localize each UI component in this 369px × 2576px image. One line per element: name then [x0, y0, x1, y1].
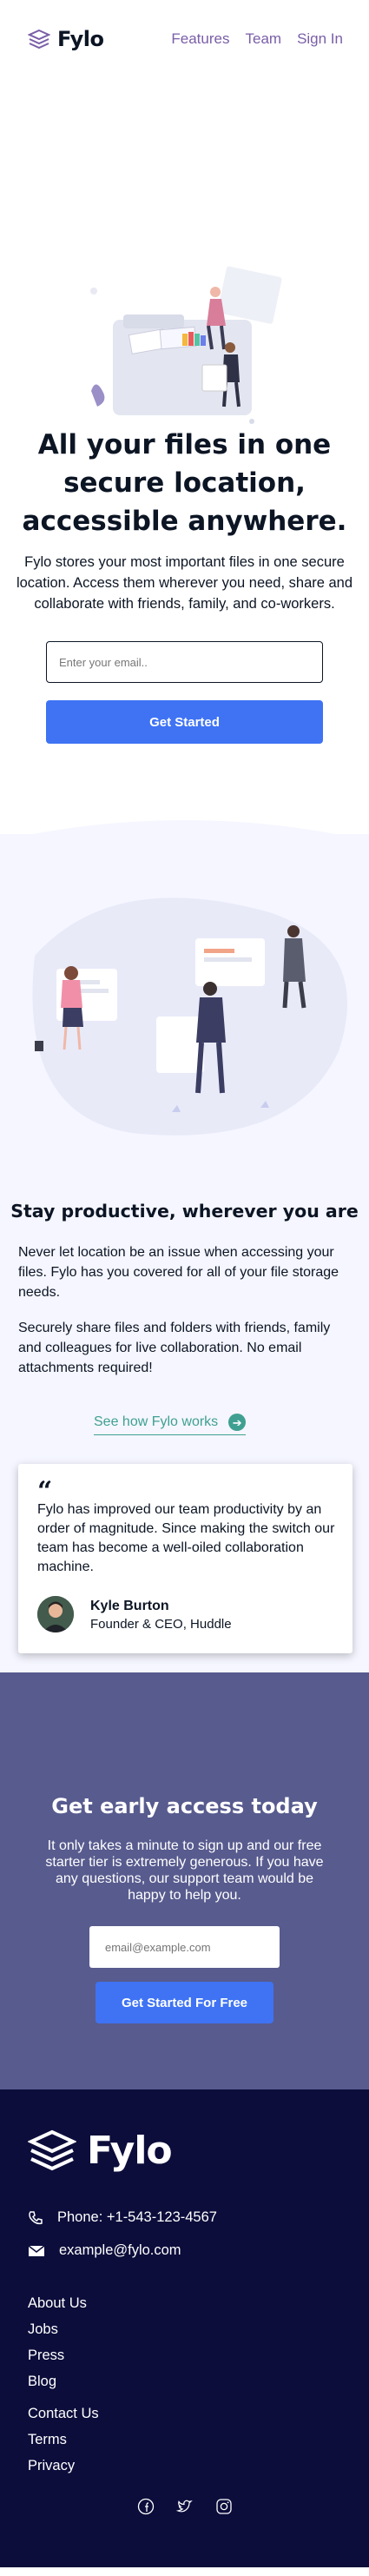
productive-paragraph-1: Never let location be an issue when acce… — [18, 1245, 339, 1300]
hero-illustration — [90, 266, 282, 424]
twitter-icon[interactable] — [175, 2498, 194, 2515]
logo[interactable]: Fylo — [28, 27, 104, 51]
footer-link-jobs[interactable]: Jobs — [28, 2320, 87, 2339]
footer-link-contact-us[interactable]: Contact Us — [28, 2404, 99, 2423]
footer-phone: Phone: +1-543-123-4567 — [28, 2209, 217, 2226]
testimonial-quote: Fylo has improved our team productivity … — [37, 1502, 335, 1574]
site-header: Fylo Features Team Sign In — [0, 0, 369, 78]
early-access-title: Get early access today — [51, 1794, 318, 1818]
footer-phone-text: Phone: +1-543-123-4567 — [57, 2209, 217, 2225]
main-nav: Features Team Sign In — [171, 30, 343, 48]
productive-illustration — [32, 897, 347, 1136]
avatar — [37, 1596, 74, 1632]
footer-link-about-us[interactable]: About Us — [28, 2294, 87, 2313]
productive-section: Stay productive, wherever you are Never … — [0, 820, 369, 1672]
early-access-email-input[interactable] — [89, 1926, 280, 1968]
hero-title: All your files in one secure location, a… — [22, 429, 347, 537]
quote-icon: “ — [37, 1476, 53, 1507]
site-footer: Fylo Phone: +1-543-123-4567 example@fylo… — [0, 2089, 369, 2567]
testimonial-name: Kyle Burton — [90, 1599, 169, 1613]
productive-title: Stay productive, wherever you are — [10, 1201, 359, 1222]
footer-email-text: example@fylo.com — [59, 2242, 181, 2258]
footer-link-blog[interactable]: Blog — [28, 2372, 87, 2391]
productive-paragraph-2: Securely share files and folders with fr… — [18, 1321, 331, 1375]
fylo-logo-icon — [28, 29, 50, 50]
get-started-free-button[interactable]: Get Started For Free — [96, 1982, 273, 2023]
social-links — [0, 2498, 369, 2515]
footer-link-terms[interactable]: Terms — [28, 2430, 99, 2449]
hero-email-input[interactable] — [46, 641, 323, 683]
see-how-fylo-works-link[interactable]: See how Fylo works ➔ — [94, 1414, 247, 1435]
section-curve — [0, 820, 369, 860]
nav-link-sign-in[interactable]: Sign In — [297, 30, 343, 48]
hero-section: All your files in one secure location, a… — [0, 78, 369, 834]
footer-logo-text: Fylo — [87, 2129, 173, 2173]
facebook-icon[interactable] — [137, 2498, 155, 2515]
email-icon — [28, 2244, 45, 2256]
footer-links-group-2: Contact Us Terms Privacy — [28, 2404, 99, 2482]
testimonial-role: Founder & CEO, Huddle — [90, 1617, 232, 1632]
nav-link-features[interactable]: Features — [171, 30, 229, 48]
footer-link-privacy[interactable]: Privacy — [28, 2456, 99, 2475]
see-how-link-label: See how Fylo works — [94, 1414, 219, 1429]
footer-link-press[interactable]: Press — [28, 2346, 87, 2365]
testimonial-card: “ Fylo has improved our team productivit… — [18, 1464, 353, 1653]
footer-logo[interactable]: Fylo — [28, 2129, 173, 2173]
arrow-right-icon: ➔ — [228, 1414, 247, 1431]
get-started-button[interactable]: Get Started — [46, 700, 323, 744]
phone-icon — [29, 2210, 43, 2224]
logo-text: Fylo — [57, 27, 104, 51]
hero-subtitle: Fylo stores your most important files in… — [16, 554, 353, 612]
instagram-icon[interactable] — [215, 2498, 233, 2515]
footer-links-group-1: About Us Jobs Press Blog — [28, 2294, 87, 2398]
footer-email: example@fylo.com — [28, 2242, 181, 2259]
early-access-section: Get early access today It only takes a m… — [0, 1672, 369, 2089]
fylo-logo-icon — [28, 2129, 76, 2170]
nav-link-team[interactable]: Team — [245, 30, 281, 48]
early-access-text: It only takes a minute to sign up and ou… — [45, 1838, 324, 1903]
